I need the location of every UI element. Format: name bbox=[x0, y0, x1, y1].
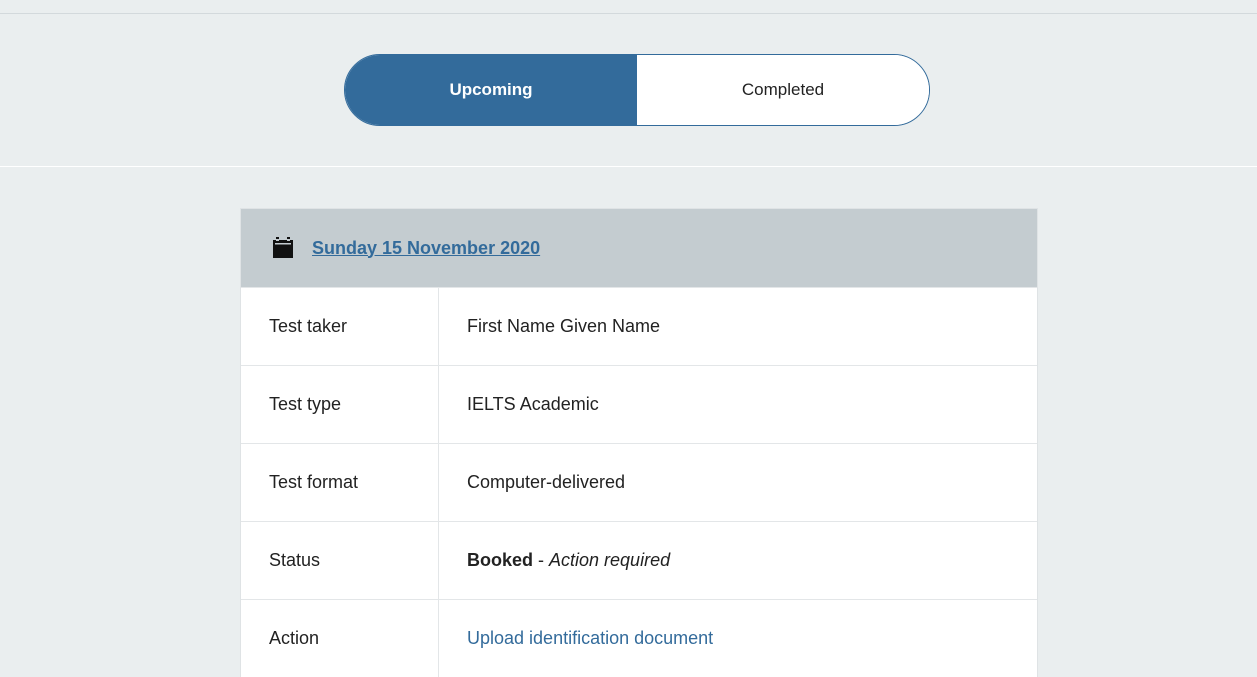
action-value: Upload identification document bbox=[439, 600, 1037, 677]
booking-tabs-toggle: Upcoming Completed bbox=[344, 54, 930, 126]
status-note: Action required bbox=[549, 550, 671, 570]
top-divider bbox=[0, 13, 1257, 14]
section-divider bbox=[0, 166, 1257, 167]
row-value: First Name Given Name bbox=[467, 316, 661, 336]
booking-date-link[interactable]: Sunday 15 November 2020 bbox=[312, 238, 540, 259]
upload-id-document-link[interactable]: Upload identification document bbox=[467, 628, 713, 649]
row-label: Test format bbox=[241, 444, 439, 521]
calendar-icon bbox=[271, 236, 295, 260]
tab-upcoming[interactable]: Upcoming bbox=[345, 55, 637, 125]
row-value: IELTS Academic bbox=[467, 394, 599, 414]
table-row-test-type: Test type IELTS Academic bbox=[241, 365, 1037, 443]
row-label: Action bbox=[241, 600, 439, 677]
row-label: Test type bbox=[241, 366, 439, 443]
row-label: Test taker bbox=[241, 288, 439, 365]
table-row-test-taker: Test taker First Name Given Name bbox=[241, 287, 1037, 365]
status-value: Booked - Action required bbox=[439, 522, 1037, 599]
table-row-action: Action Upload identification document bbox=[241, 599, 1037, 677]
row-value: Computer-delivered bbox=[467, 472, 626, 492]
table-row-status: Status Booked - Action required bbox=[241, 521, 1037, 599]
booking-card: Sunday 15 November 2020 Test taker First… bbox=[240, 208, 1038, 677]
status-separator: - bbox=[533, 550, 550, 570]
tab-completed[interactable]: Completed bbox=[637, 55, 929, 125]
status-badge: Booked bbox=[467, 550, 534, 570]
row-label: Status bbox=[241, 522, 439, 599]
table-row-test-format: Test format Computer-delivered bbox=[241, 443, 1037, 521]
booking-card-header: Sunday 15 November 2020 bbox=[241, 209, 1037, 287]
